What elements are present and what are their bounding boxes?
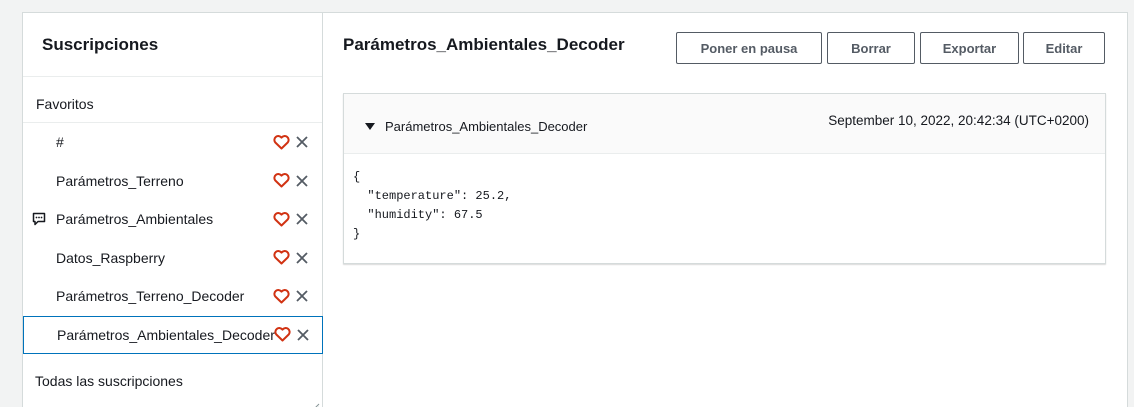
subscription-item-selected[interactable]: Parámetros_Ambientales_Decoder	[23, 315, 323, 354]
close-icon[interactable]	[294, 326, 311, 343]
subscriptions-panel: Suscripciones Favoritos # Parámetros_Ter…	[23, 13, 323, 407]
all-subscriptions-label[interactable]: Todas las suscripciones	[35, 373, 183, 389]
subscriptions-title: Suscripciones	[42, 34, 159, 54]
delete-button[interactable]: Borrar	[827, 32, 915, 64]
subscription-item[interactable]: #	[23, 123, 322, 162]
heart-outline-icon[interactable]	[273, 211, 290, 228]
heart-outline-icon[interactable]	[273, 288, 290, 305]
close-icon[interactable]	[293, 134, 310, 151]
subscription-item[interactable]: Parámetros_Terreno	[23, 162, 322, 201]
message-payload: { "temperature": 25.2, "humidity": 67.5 …	[353, 170, 512, 241]
app-frame: Suscripciones Favoritos # Parámetros_Ter…	[22, 12, 1128, 407]
close-icon[interactable]	[293, 249, 310, 266]
message-timestamp: September 10, 2022, 20:42:34 (UTC+0200)	[828, 113, 1089, 128]
message-panel: Parámetros_Ambientales_Decoder Poner en …	[324, 13, 1129, 407]
favorites-list: # Parámetros_Terreno Parámetros_Ambienta…	[23, 123, 323, 354]
resize-handle-icon[interactable]	[312, 398, 320, 407]
close-icon[interactable]	[293, 172, 310, 189]
close-icon[interactable]	[293, 288, 310, 305]
subscription-item[interactable]: Parámetros_Terreno_Decoder	[23, 277, 322, 316]
heart-outline-icon[interactable]	[273, 249, 290, 266]
message-topic: Parámetros_Ambientales_Decoder	[385, 119, 588, 134]
export-button[interactable]: Exportar	[920, 32, 1019, 64]
subscription-item[interactable]: Parámetros_Ambientales	[23, 200, 322, 239]
subscriptions-header: Suscripciones	[23, 13, 322, 77]
subscription-item[interactable]: Datos_Raspberry	[23, 239, 322, 278]
caret-down-icon[interactable]	[365, 123, 375, 130]
heart-outline-icon[interactable]	[274, 326, 291, 343]
favorites-label: Favoritos	[23, 85, 322, 123]
page-title: Parámetros_Ambientales_Decoder	[343, 35, 625, 54]
message-header[interactable]: Parámetros_Ambientales_Decoder September…	[344, 94, 1105, 154]
message-icon	[32, 212, 46, 226]
message-card: Parámetros_Ambientales_Decoder September…	[343, 93, 1106, 264]
close-icon[interactable]	[293, 211, 310, 228]
edit-button[interactable]: Editar	[1023, 32, 1105, 64]
heart-outline-icon[interactable]	[273, 134, 290, 151]
heart-outline-icon[interactable]	[273, 172, 290, 189]
pause-button[interactable]: Poner en pausa	[676, 32, 822, 64]
